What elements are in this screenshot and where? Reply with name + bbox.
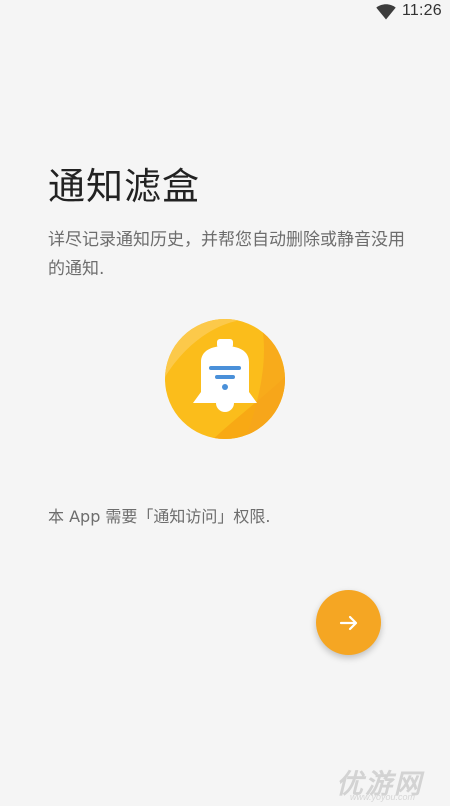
status-time: 11:26 [402, 2, 442, 19]
wifi-icon [376, 4, 396, 20]
page-title: 通知滤盒 [48, 165, 200, 208]
next-button[interactable] [316, 590, 381, 655]
permission-notice: 本 App 需要「通知访问」权限. [48, 507, 271, 526]
watermark-url: www.yoyou.com [350, 792, 416, 802]
bell-illustration [164, 318, 286, 440]
app-description: 详尽记录通知历史，并帮您自动删除或静音没用的通知. [48, 230, 405, 279]
arrow-right-icon [339, 615, 357, 630]
status-bar: 11:26 [0, 0, 450, 24]
bell-icon [165, 319, 285, 439]
